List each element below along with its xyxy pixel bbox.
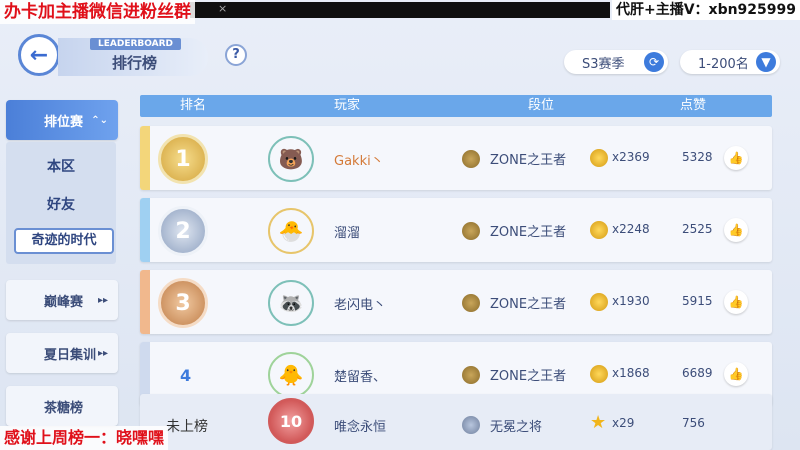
coin-icon bbox=[590, 221, 608, 239]
like-count: 6689 bbox=[682, 366, 713, 380]
range-label: 1-200名 bbox=[698, 56, 749, 72]
toggle-icon: ⌃⌄ bbox=[91, 114, 108, 126]
coin-icon bbox=[590, 293, 608, 311]
sidebar-item-ranked[interactable]: 排位赛 ⌃⌄ bbox=[6, 100, 118, 140]
stream-banner-bottom: 感谢上周榜一：晓嘿嘿 bbox=[0, 426, 169, 450]
page-title: 排行榜 bbox=[112, 54, 158, 72]
sub-item-server[interactable]: 本区 bbox=[6, 156, 116, 176]
rank-label: 未上榜 bbox=[166, 419, 208, 435]
coin-count: x1868 bbox=[612, 366, 650, 380]
thumbs-up-icon[interactable]: 👍 bbox=[724, 362, 748, 386]
like-count: 2525 bbox=[682, 222, 713, 236]
avatar[interactable]: 10 bbox=[268, 398, 314, 444]
chevron-right-icon: ▸▸ bbox=[97, 347, 108, 359]
table-row[interactable]: 1 🐻 Gakki丶 ZONE之王者 x2369 5328 👍 bbox=[140, 126, 772, 190]
column-header-likes: 点赞 bbox=[680, 98, 707, 113]
refresh-icon: ⟳ bbox=[644, 52, 664, 72]
coin-icon bbox=[590, 365, 608, 383]
tier-label: ZONE之王者 bbox=[490, 153, 567, 168]
tier-label: ZONE之王者 bbox=[490, 369, 567, 384]
table-row-self[interactable]: 未上榜 10 唯念永恒 无冕之将 ★ x29 756 bbox=[140, 394, 772, 450]
stream-topbar bbox=[190, 2, 610, 18]
player-name[interactable]: 楚留香、 bbox=[334, 366, 386, 385]
sidebar-item-tea[interactable]: 茶糖榜 bbox=[6, 386, 118, 426]
player-name[interactable]: 老闪电丶 bbox=[334, 294, 386, 313]
tier-label: ZONE之王者 bbox=[490, 297, 567, 312]
rank-number: 1 bbox=[175, 146, 191, 172]
column-header-player: 玩家 bbox=[334, 98, 361, 113]
avatar[interactable]: 🐣 bbox=[268, 208, 314, 254]
player-name[interactable]: 溜溜 bbox=[334, 222, 360, 241]
coin-count: x1930 bbox=[612, 294, 650, 308]
table-row[interactable]: 3 🦝 老闪电丶 ZONE之王者 x1930 5915 👍 bbox=[140, 270, 772, 334]
sidebar-item-label: 巅峰赛 bbox=[44, 294, 84, 310]
row-accent bbox=[140, 270, 150, 334]
tier-icon bbox=[462, 222, 480, 240]
back-button[interactable]: ← bbox=[18, 34, 60, 76]
sidebar-item-label: 排位赛 bbox=[44, 114, 84, 130]
tier-icon bbox=[462, 416, 480, 434]
avatar[interactable]: 🦝 bbox=[268, 280, 314, 326]
stream-banner-right: 代肝+主播V：xbn925999 bbox=[611, 0, 800, 20]
table-header: 排名 玩家 段位 点赞 bbox=[140, 95, 772, 117]
bronze-medal-icon: 3 bbox=[158, 278, 208, 328]
coin-icon bbox=[590, 149, 608, 167]
star-icon: ★ bbox=[590, 412, 607, 433]
like-count: 756 bbox=[682, 416, 705, 430]
tier-label: ZONE之王者 bbox=[490, 225, 567, 240]
silver-medal-icon: 2 bbox=[158, 206, 208, 256]
game-screen: 办卡加主播微信进粉丝群 × 代肝+主播V：xbn925999 ← LEADERB… bbox=[0, 0, 800, 450]
rank-number: 4 bbox=[180, 366, 192, 385]
player-name[interactable]: Gakki丶 bbox=[334, 150, 384, 169]
help-button[interactable]: ? bbox=[225, 44, 247, 66]
thumbs-up-icon[interactable]: 👍 bbox=[724, 218, 748, 242]
sidebar-item-peak[interactable]: 巅峰赛 ▸▸ bbox=[6, 280, 118, 320]
sidebar-item-summer[interactable]: 夏日集训 ▸▸ bbox=[6, 333, 118, 373]
season-selector[interactable]: S3赛季 ⟳ bbox=[564, 50, 668, 74]
rank-number: 2 bbox=[175, 218, 191, 244]
star-count: x29 bbox=[612, 416, 635, 430]
rank-number: 3 bbox=[175, 290, 191, 316]
sidebar-item-label: 茶糖榜 bbox=[44, 400, 84, 416]
sidebar-item-label: 夏日集训 bbox=[44, 347, 97, 363]
chevron-right-icon: ▸▸ bbox=[97, 294, 108, 306]
avatar[interactable]: 🐥 bbox=[268, 352, 314, 398]
column-header-rank: 排名 bbox=[180, 98, 207, 113]
title-english: LEADERBOARD bbox=[90, 38, 182, 50]
tier-icon bbox=[462, 294, 480, 312]
tier-icon bbox=[462, 366, 480, 384]
chevron-down-icon: ▼ bbox=[756, 52, 776, 72]
avatar-badge: 10 bbox=[279, 411, 303, 431]
coin-count: x2369 bbox=[612, 150, 650, 164]
avatar[interactable]: 🐻 bbox=[268, 136, 314, 182]
sub-item-era[interactable]: 奇迹的时代 bbox=[14, 228, 114, 254]
season-label: S3赛季 bbox=[582, 56, 625, 72]
back-arrow-icon: ← bbox=[29, 42, 49, 68]
thumbs-up-icon[interactable]: 👍 bbox=[724, 146, 748, 170]
tier-label: 无冕之将 bbox=[490, 420, 543, 435]
coin-count: x2248 bbox=[612, 222, 650, 236]
range-selector[interactable]: 1-200名 ▼ bbox=[680, 50, 780, 74]
gold-medal-icon: 1 bbox=[158, 134, 208, 184]
close-icon[interactable]: × bbox=[218, 2, 227, 15]
like-count: 5328 bbox=[682, 150, 713, 164]
column-header-tier: 段位 bbox=[528, 98, 555, 113]
sub-item-friends[interactable]: 好友 bbox=[6, 194, 116, 214]
row-accent bbox=[140, 126, 150, 190]
player-name[interactable]: 唯念永恒 bbox=[334, 416, 386, 435]
tier-icon bbox=[462, 150, 480, 168]
row-accent bbox=[140, 198, 150, 262]
like-count: 5915 bbox=[682, 294, 713, 308]
table-row[interactable]: 2 🐣 溜溜 ZONE之王者 x2248 2525 👍 bbox=[140, 198, 772, 262]
thumbs-up-icon[interactable]: 👍 bbox=[724, 290, 748, 314]
stream-banner-top: 办卡加主播微信进粉丝群 bbox=[0, 0, 195, 24]
